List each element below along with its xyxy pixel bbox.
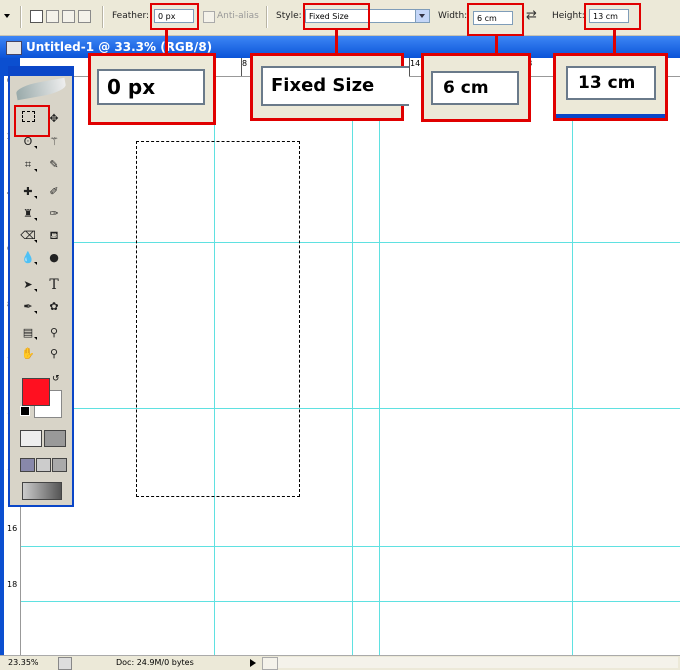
document-icon bbox=[6, 41, 22, 55]
feather-field-highlight bbox=[150, 3, 199, 30]
feather-callout: 0 px bbox=[88, 53, 216, 125]
eyedropper-icon[interactable]: ⚲ bbox=[44, 324, 64, 342]
status-arrow-icon[interactable] bbox=[250, 659, 256, 667]
height-label: Height: bbox=[552, 11, 585, 21]
crop-tool-icon[interactable]: ⌗ bbox=[18, 156, 38, 174]
intersect-selection-button[interactable] bbox=[78, 10, 91, 23]
blur-tool-icon[interactable]: 💧 bbox=[18, 249, 38, 267]
guide-horizontal[interactable] bbox=[21, 408, 680, 409]
antialias-label: Anti-alias bbox=[217, 11, 259, 21]
scroll-left-icon[interactable] bbox=[262, 657, 278, 670]
type-tool-icon[interactable]: T bbox=[44, 276, 64, 294]
chevron-down-icon bbox=[415, 10, 429, 22]
full-screen-icon[interactable] bbox=[52, 458, 67, 472]
subtract-selection-button[interactable] bbox=[62, 10, 75, 23]
swap-colors-icon[interactable]: ↺ bbox=[52, 374, 60, 384]
quickmask-mode-icon[interactable] bbox=[44, 430, 66, 447]
feather-label: Feather: bbox=[112, 11, 150, 21]
height-callout-blue-edge bbox=[556, 114, 665, 118]
antialias-checkbox[interactable] bbox=[203, 11, 215, 23]
notes-tool-icon[interactable]: ▤ bbox=[18, 324, 38, 342]
marquee-tool-highlight bbox=[14, 105, 50, 137]
swap-arrows-icon[interactable]: ⇄ bbox=[526, 8, 537, 23]
path-selection-icon[interactable]: ➤ bbox=[18, 276, 38, 294]
style-label: Style: bbox=[276, 11, 302, 21]
tool-preset-dropdown[interactable] bbox=[2, 8, 12, 26]
feather-callout-value: 0 px bbox=[97, 69, 205, 105]
slice-tool-icon[interactable]: ✎ bbox=[44, 156, 64, 174]
doc-info: Doc: 24.9M/0 bytes bbox=[116, 658, 194, 667]
guide-vertical[interactable] bbox=[572, 77, 573, 656]
guide-horizontal[interactable] bbox=[21, 242, 680, 243]
guide-horizontal[interactable] bbox=[21, 601, 680, 602]
dodge-tool-icon[interactable]: ● bbox=[44, 249, 64, 267]
clone-stamp-icon[interactable]: ♜ bbox=[18, 205, 38, 223]
paint-bucket-icon[interactable]: ⛾ bbox=[44, 227, 64, 245]
ruler-label: 14 bbox=[410, 59, 421, 68]
width-callout: 6 cm bbox=[421, 53, 531, 122]
standard-mode-icon[interactable] bbox=[20, 430, 42, 447]
zoom-tool-icon[interactable]: ⚲ bbox=[44, 345, 64, 363]
selection-marquee[interactable] bbox=[136, 141, 300, 497]
full-screen-menu-icon[interactable] bbox=[36, 458, 51, 472]
zoom-level[interactable]: 23.35% bbox=[8, 658, 39, 667]
ruler-label: 18 bbox=[7, 580, 18, 589]
document-title: Untitled-1 @ 33.3% (RGB/8) bbox=[26, 40, 213, 54]
feather-logo-icon bbox=[15, 77, 67, 101]
toolbox-header[interactable] bbox=[10, 68, 72, 76]
foreground-color-swatch[interactable] bbox=[22, 378, 50, 406]
standard-screen-icon[interactable] bbox=[20, 458, 35, 472]
height-callout: 13 cm bbox=[553, 53, 668, 121]
status-menu-icon[interactable] bbox=[58, 657, 72, 670]
brush-tool-icon[interactable]: ✐ bbox=[44, 183, 64, 201]
custom-shape-icon[interactable]: ✿ bbox=[44, 298, 64, 316]
height-callout-value: 13 cm bbox=[566, 66, 656, 100]
add-selection-button[interactable] bbox=[46, 10, 59, 23]
default-colors-icon[interactable] bbox=[20, 406, 30, 416]
style-callout: Fixed Size bbox=[250, 53, 409, 121]
horizontal-scrollbar[interactable] bbox=[278, 657, 678, 668]
pen-tool-icon[interactable]: ✒ bbox=[18, 298, 38, 316]
style-callout-value: Fixed Size bbox=[261, 66, 409, 106]
guide-vertical[interactable] bbox=[352, 77, 353, 656]
new-selection-button[interactable] bbox=[30, 10, 43, 23]
hand-tool-icon[interactable]: ✋ bbox=[18, 345, 38, 363]
eraser-tool-icon[interactable]: ⌫ bbox=[18, 227, 38, 245]
width-callout-value: 6 cm bbox=[431, 71, 519, 105]
ruler-label: 8 bbox=[242, 59, 248, 68]
healing-brush-icon[interactable]: ✚ bbox=[18, 183, 38, 201]
guide-vertical[interactable] bbox=[379, 77, 380, 656]
jump-to-imageready-icon[interactable] bbox=[22, 482, 62, 500]
ruler-label: 16 bbox=[7, 524, 18, 533]
style-field-highlight bbox=[303, 3, 370, 30]
width-field-highlight bbox=[467, 3, 524, 36]
guide-horizontal[interactable] bbox=[21, 546, 680, 547]
history-brush-icon[interactable]: ✑ bbox=[44, 205, 64, 223]
canvas[interactable] bbox=[21, 77, 680, 656]
width-label: Width: bbox=[438, 11, 468, 21]
height-field-highlight bbox=[584, 3, 641, 30]
status-bar: 23.35% Doc: 24.9M/0 bytes bbox=[0, 655, 680, 670]
